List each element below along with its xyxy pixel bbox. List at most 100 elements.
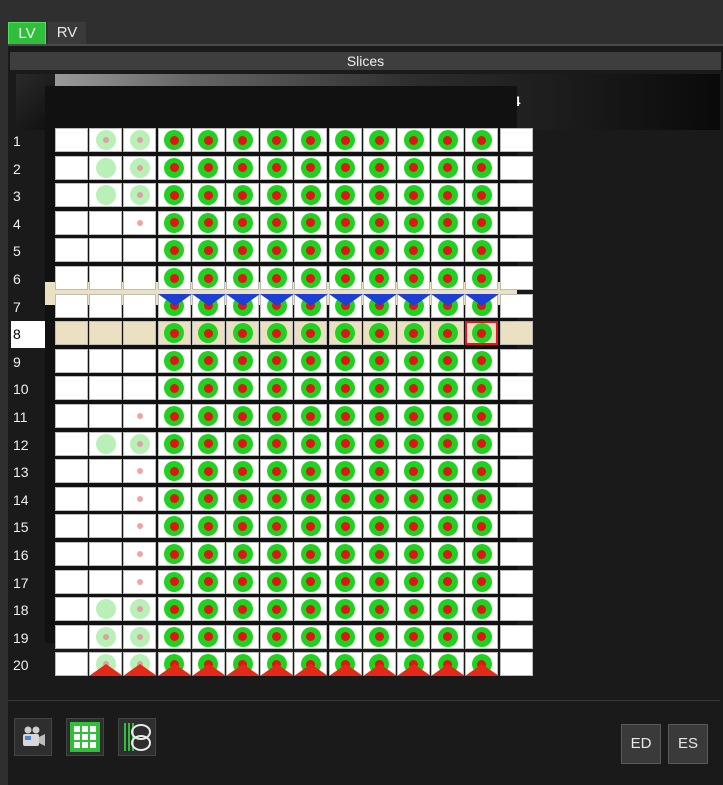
cell-r16-c9[interactable] — [328, 542, 362, 566]
cell-r3-c12[interactable] — [431, 183, 465, 208]
cell-r2-c14[interactable] — [499, 155, 533, 180]
cell-r5-c3[interactable] — [123, 238, 157, 263]
cell-r19-c3[interactable] — [123, 624, 157, 649]
cell-r19-c14[interactable] — [499, 624, 533, 649]
cell-r8-c11[interactable] — [397, 321, 430, 346]
cell-r1-c14[interactable] — [499, 128, 533, 152]
cell-r20-c7[interactable] — [260, 652, 295, 677]
cell-r16-c10[interactable] — [362, 542, 396, 566]
cell-r17-c7[interactable] — [260, 569, 294, 594]
cell-r11-c13[interactable] — [465, 404, 499, 428]
cell-r3-c9[interactable] — [328, 183, 362, 208]
cell-r15-c9[interactable] — [328, 514, 362, 539]
cell-r3-c4[interactable] — [157, 183, 191, 208]
cell-r18-c9[interactable] — [328, 597, 362, 622]
cell-r17-c1[interactable] — [55, 569, 88, 594]
cell-r6-c8[interactable] — [294, 266, 328, 290]
cell-r20-c12[interactable] — [431, 652, 466, 677]
cell-r9-c2[interactable] — [89, 348, 123, 373]
cell-r7-c9[interactable] — [328, 293, 363, 318]
cell-r8-c9[interactable] — [328, 321, 362, 346]
cell-r11-c11[interactable] — [397, 404, 430, 428]
cell-r7-c1[interactable] — [55, 293, 88, 318]
cell-r15-c11[interactable] — [397, 514, 430, 539]
cell-r20-c11[interactable] — [397, 652, 431, 677]
cell-r20-c6[interactable] — [226, 652, 260, 677]
cell-r6-c9[interactable] — [328, 266, 362, 290]
cell-r13-c14[interactable] — [499, 459, 533, 484]
cell-r6-c6[interactable] — [226, 266, 259, 290]
tab-rv[interactable]: RV — [48, 22, 86, 44]
cell-r8-c2[interactable] — [89, 321, 123, 346]
cell-r13-c5[interactable] — [191, 459, 225, 484]
cell-r17-c6[interactable] — [226, 569, 259, 594]
cell-r10-c5[interactable] — [191, 376, 225, 401]
cell-r16-c5[interactable] — [191, 542, 225, 566]
cell-r16-c11[interactable] — [397, 542, 430, 566]
cell-r5-c14[interactable] — [499, 238, 533, 263]
cell-r6-c7[interactable] — [260, 266, 294, 290]
cell-r16-c4[interactable] — [157, 542, 191, 566]
cell-r5-c6[interactable] — [226, 238, 259, 263]
cell-r10-c3[interactable] — [123, 376, 157, 401]
cell-r4-c4[interactable] — [157, 210, 191, 235]
cell-r16-c12[interactable] — [431, 542, 465, 566]
cell-r19-c1[interactable] — [55, 624, 88, 649]
es-button[interactable]: ES — [668, 724, 708, 764]
cell-r9-c4[interactable] — [157, 348, 191, 373]
cell-r1-c3[interactable] — [123, 128, 157, 152]
cell-r16-c3[interactable] — [123, 542, 157, 566]
cell-r2-c8[interactable] — [294, 155, 328, 180]
cell-r20-c2[interactable] — [89, 652, 124, 677]
cell-r19-c5[interactable] — [191, 624, 225, 649]
cell-r12-c7[interactable] — [260, 431, 294, 456]
ed-button[interactable]: ED — [621, 724, 661, 764]
cell-r14-c8[interactable] — [294, 486, 328, 511]
cell-r11-c14[interactable] — [499, 404, 533, 428]
cell-r3-c8[interactable] — [294, 183, 328, 208]
cell-r13-c4[interactable] — [157, 459, 191, 484]
cell-r12-c14[interactable] — [499, 431, 533, 456]
cell-r1-c6[interactable] — [226, 128, 259, 152]
cell-r14-c5[interactable] — [191, 486, 225, 511]
cell-r15-c5[interactable] — [191, 514, 225, 539]
cell-r4-c2[interactable] — [89, 210, 123, 235]
row-label-20[interactable]: 20 — [11, 652, 53, 679]
cell-r12-c11[interactable] — [397, 431, 430, 456]
cell-r9-c9[interactable] — [328, 348, 362, 373]
cell-r18-c14[interactable] — [499, 597, 533, 622]
cell-r4-c11[interactable] — [397, 210, 430, 235]
cell-r17-c4[interactable] — [157, 569, 191, 594]
cell-r1-c4[interactable] — [157, 128, 191, 152]
cell-r7-c13[interactable] — [465, 293, 500, 318]
cell-r15-c10[interactable] — [362, 514, 396, 539]
cell-r11-c9[interactable] — [328, 404, 362, 428]
cell-r6-c13[interactable] — [465, 266, 499, 290]
cell-r15-c14[interactable] — [499, 514, 533, 539]
cell-r14-c10[interactable] — [362, 486, 396, 511]
cell-r7-c8[interactable] — [294, 293, 329, 318]
cell-r20-c9[interactable] — [328, 652, 363, 677]
cell-r10-c8[interactable] — [294, 376, 328, 401]
cell-r14-c1[interactable] — [55, 486, 88, 511]
cell-r10-c2[interactable] — [89, 376, 123, 401]
cell-r10-c6[interactable] — [226, 376, 259, 401]
cell-r14-c2[interactable] — [89, 486, 123, 511]
cell-r4-c14[interactable] — [499, 210, 533, 235]
cell-r16-c6[interactable] — [226, 542, 259, 566]
cell-r9-c10[interactable] — [362, 348, 396, 373]
cell-r9-c7[interactable] — [260, 348, 294, 373]
cell-r11-c2[interactable] — [89, 404, 123, 428]
cell-r15-c8[interactable] — [294, 514, 328, 539]
cell-r20-c5[interactable] — [191, 652, 226, 677]
cell-r11-c7[interactable] — [260, 404, 294, 428]
cell-r8-c14[interactable] — [499, 321, 533, 346]
cell-r11-c10[interactable] — [362, 404, 396, 428]
cell-r12-c6[interactable] — [226, 431, 259, 456]
cell-r18-c11[interactable] — [397, 597, 430, 622]
cell-r13-c10[interactable] — [362, 459, 396, 484]
cell-r10-c12[interactable] — [431, 376, 465, 401]
cell-r9-c5[interactable] — [191, 348, 225, 373]
cell-r4-c9[interactable] — [328, 210, 362, 235]
cell-r8-c1[interactable] — [55, 321, 88, 346]
